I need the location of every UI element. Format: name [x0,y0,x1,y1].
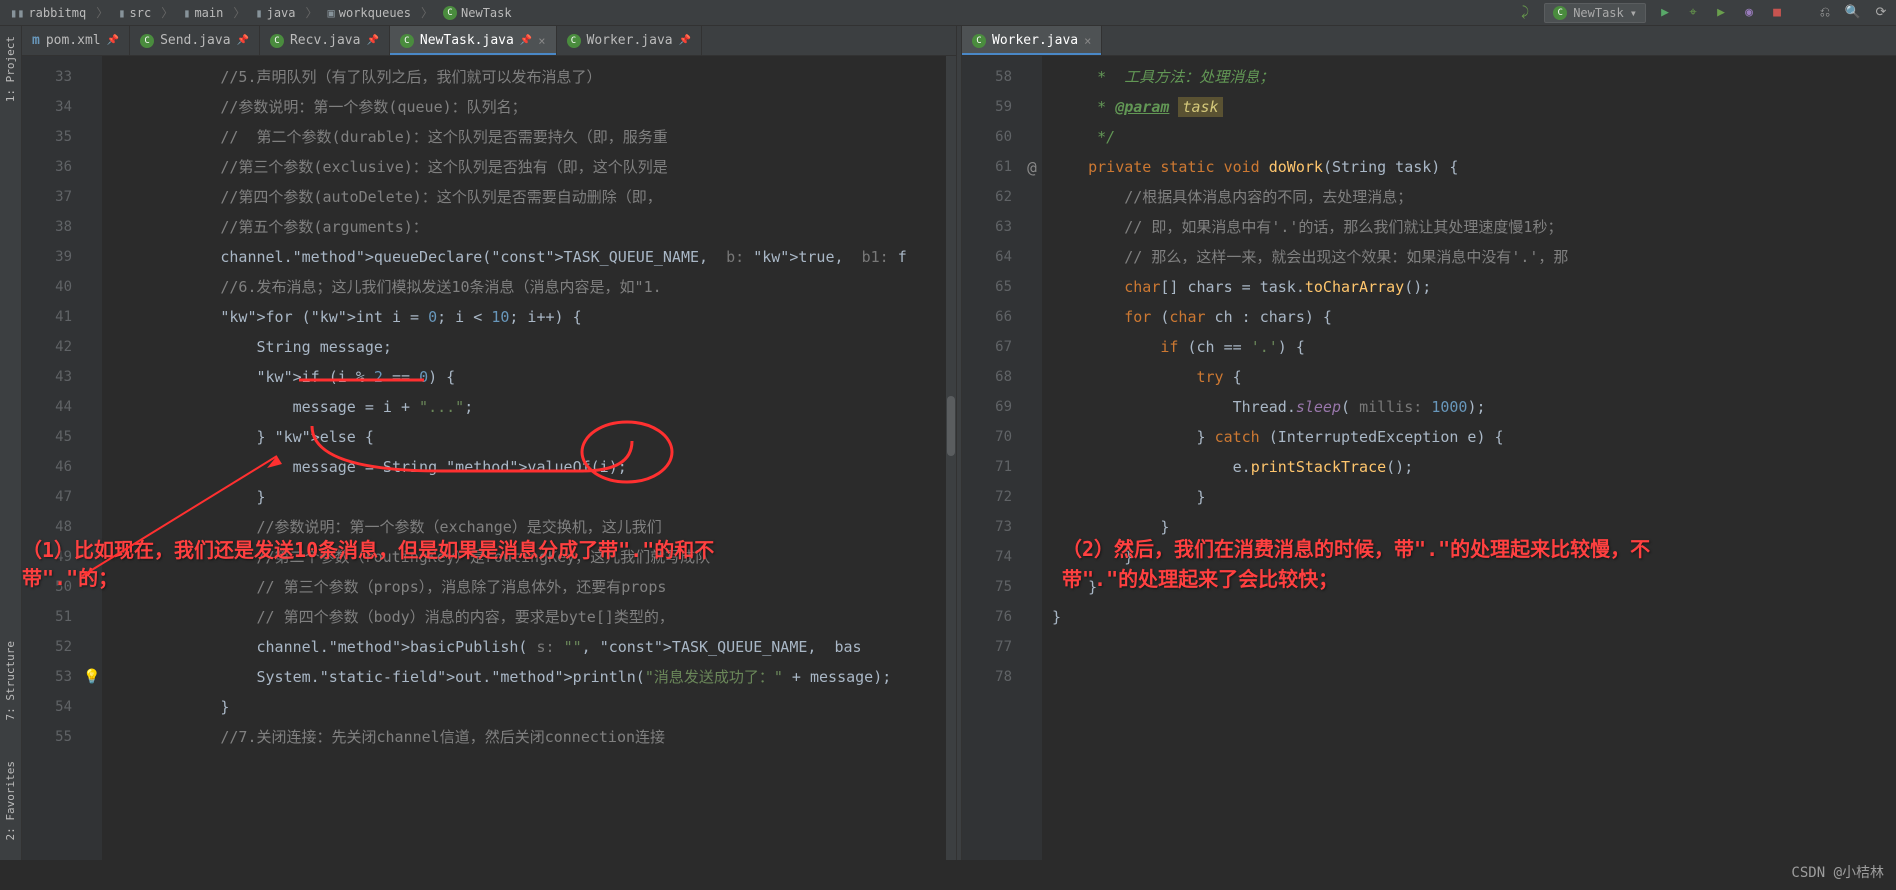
scroll-thumb[interactable] [947,396,955,456]
breadcrumbs: ▮▮rabbitmq 〉 ▮src 〉 ▮main 〉 ▮java 〉 ▣wor… [6,4,516,22]
crumb-package[interactable]: ▣workqueues [324,4,415,22]
left-code[interactable]: //5.声明队列（有了队列之后，我们就可以发布消息了） //参数说明：第一个参数… [102,56,956,860]
pin-icon: 📌 [237,35,249,46]
build-icon[interactable]: ⤸ [1516,4,1534,22]
tab-label: Worker.java [992,33,1078,48]
right-code[interactable]: * 工具方法：处理消息； * @param task */ private st… [1042,56,1896,860]
left-editor-column: m pom.xml 📌 C Send.java 📌 C Recv.java 📌 C NewTask.… [22,26,956,860]
pin-icon: 📌 [520,35,532,46]
tab-Recv-java[interactable]: C Recv.java 📌 [260,26,390,55]
crumb-sep: 〉 [161,4,173,21]
tab-label: Send.java [160,33,230,48]
crumb-main[interactable]: ▮main [179,4,227,22]
tab-label: pom.xml [46,33,101,48]
crumb-project[interactable]: ▮▮rabbitmq [6,4,90,22]
stop-icon[interactable]: ■ [1768,4,1786,22]
java-file-icon: C [400,34,414,48]
java-file-icon: C [567,34,581,48]
tab-pom-xml[interactable]: m pom.xml 📌 [22,26,130,55]
top-toolbar: ▮▮rabbitmq 〉 ▮src 〉 ▮main 〉 ▮java 〉 ▣wor… [0,0,1896,26]
java-file-icon: C [972,34,986,48]
tab-label: NewTask.java [420,33,514,48]
crumb-class[interactable]: CNewTask [439,4,516,22]
left-gutter-marks: 💡 [82,56,102,860]
tab-label: Recv.java [290,33,360,48]
crumb-sep: 〉 [96,4,108,21]
profile-icon[interactable]: ◉ [1740,4,1758,22]
folder-icon: ▮ [255,6,262,20]
xml-file-icon: m [32,33,40,48]
crumb-sep: 〉 [233,4,245,21]
crumb-sep: 〉 [421,4,433,21]
left-scrollbar[interactable] [946,56,956,860]
run-config-select[interactable]: C NewTask ▾ [1544,3,1646,23]
chevron-down-icon: ▾ [1630,6,1637,20]
pin-icon: 📌 [366,35,378,46]
close-icon[interactable]: × [1084,34,1091,48]
right-editor[interactable]: 5859606162636465666768697071727374757677… [962,56,1896,860]
left-tool-strip: 1: Project 7: Structure 2: Favorites [0,26,22,860]
left-tabs: m pom.xml 📌 C Send.java 📌 C Recv.java 📌 C NewTask.… [22,26,956,56]
override-gutter-icon[interactable]: @ [1027,158,1037,177]
pin-icon: 📌 [679,35,691,46]
tab-label: Worker.java [587,33,673,48]
package-icon: ▣ [328,6,335,20]
folder-icon: ▮▮ [10,6,24,20]
coverage-icon[interactable]: ▶ [1712,4,1730,22]
left-gutter: 3334353637383940414243444546474849505152… [22,56,82,860]
crumb-java[interactable]: ▮java [251,4,299,22]
run-config-label: NewTask [1573,6,1624,20]
crumb-src[interactable]: ▮src [114,4,155,22]
favorites-tool[interactable]: 2: Favorites [4,761,17,840]
tab-NewTask-java[interactable]: C NewTask.java 📌 × [390,26,557,55]
folder-icon: ▮ [183,6,190,20]
right-gutter-marks: @ [1022,56,1042,860]
java-file-icon: C [270,34,284,48]
tab-Worker-java[interactable]: C Worker.java × [962,26,1102,55]
toolbar-right: ⤸ C NewTask ▾ ▶ ⌖ ▶ ◉ ■ ⎌ 🔍 ⟳ [1516,3,1890,23]
main-split: 1: Project 7: Structure 2: Favorites mpo… [0,26,1896,860]
debug-icon[interactable]: ⌖ [1684,4,1702,22]
update-icon[interactable]: ⟳ [1872,4,1890,22]
crumb-sep: 〉 [306,4,318,21]
structure-tool[interactable]: 7: Structure [4,641,17,720]
bulb-icon[interactable]: 💡 [83,669,100,685]
left-editor[interactable]: 3334353637383940414243444546474849505152… [22,56,956,860]
class-icon: C [1553,6,1567,20]
right-editor-column: C Worker.java × 58596061626364656667686970… [962,26,1896,860]
right-tabs: C Worker.java × [962,26,1896,56]
right-gutter: 5859606162636465666768697071727374757677… [962,56,1022,860]
tab-Worker-java[interactable]: C Worker.java 📌 [557,26,703,55]
close-icon[interactable]: × [538,34,545,48]
git-icon[interactable]: ⎌ [1816,4,1834,22]
folder-icon: ▮ [118,6,125,20]
search-icon[interactable]: 🔍 [1844,4,1862,22]
run-icon[interactable]: ▶ [1656,4,1674,22]
watermark: CSDN @小桔林 [1791,862,1884,882]
pin-icon: 📌 [107,35,119,46]
project-tool[interactable]: 1: Project [4,36,17,102]
java-file-icon: C [140,34,154,48]
class-icon: C [443,6,457,20]
tab-Send-java[interactable]: C Send.java 📌 [130,26,260,55]
